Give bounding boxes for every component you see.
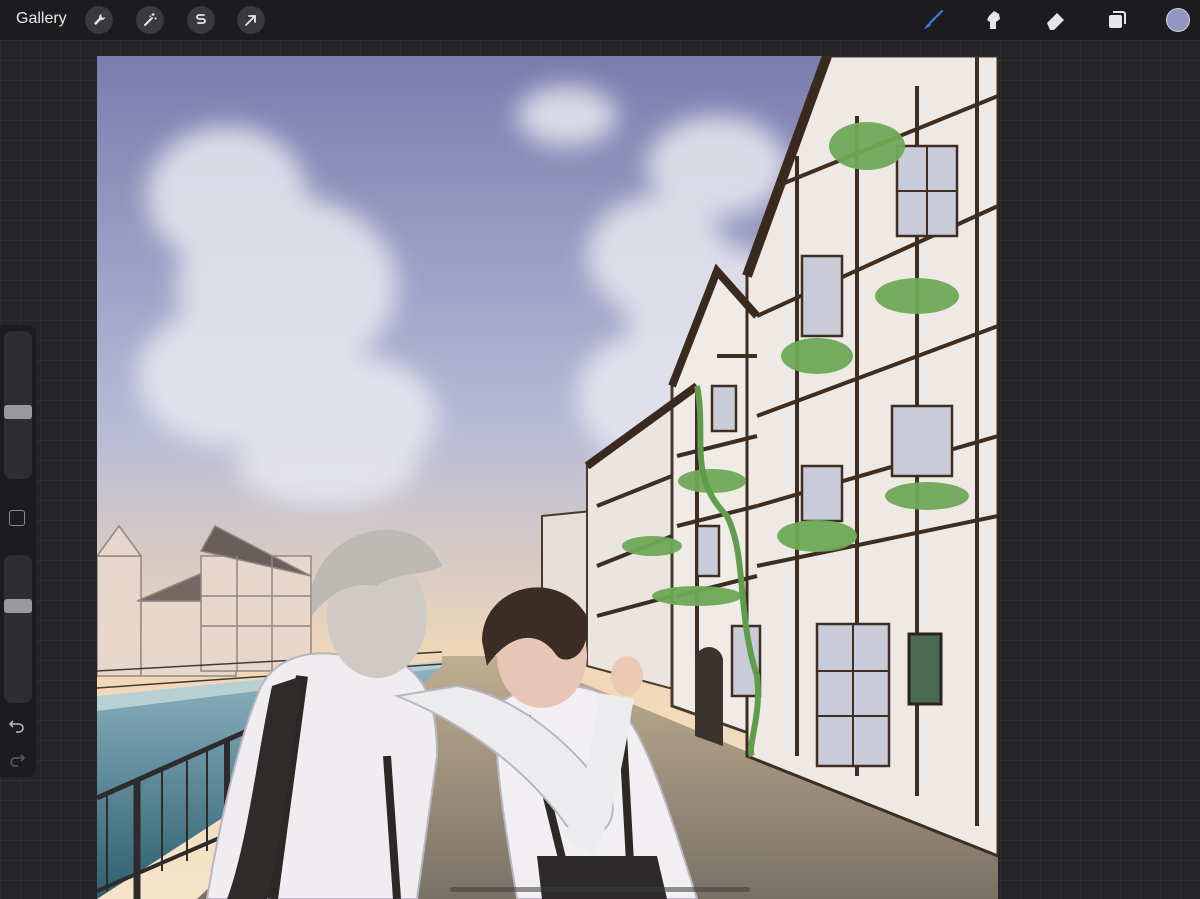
brush-size-thumb[interactable] xyxy=(4,405,32,419)
eraser-icon[interactable] xyxy=(1042,6,1070,34)
opacity-thumb[interactable] xyxy=(4,599,32,613)
transform-arrow-icon[interactable] xyxy=(237,6,265,34)
gallery-button[interactable]: Gallery xyxy=(16,10,67,28)
brush-size-slider[interactable] xyxy=(4,331,32,479)
opacity-slider[interactable] xyxy=(4,555,32,703)
color-swatch[interactable] xyxy=(1166,8,1190,32)
home-indicator xyxy=(450,887,750,892)
side-toolbar xyxy=(0,325,36,777)
selection-icon[interactable] xyxy=(187,6,215,34)
magic-wand-icon[interactable] xyxy=(136,6,164,34)
undo-icon[interactable] xyxy=(7,715,27,735)
drawing-canvas[interactable] xyxy=(97,56,998,899)
layers-icon[interactable] xyxy=(1103,6,1131,34)
top-toolbar: Gallery xyxy=(0,0,1200,40)
brush-icon[interactable] xyxy=(919,6,947,34)
smudge-icon[interactable] xyxy=(980,6,1008,34)
wrench-icon[interactable] xyxy=(85,6,113,34)
redo-icon[interactable] xyxy=(7,749,27,769)
modify-button[interactable] xyxy=(9,510,25,526)
